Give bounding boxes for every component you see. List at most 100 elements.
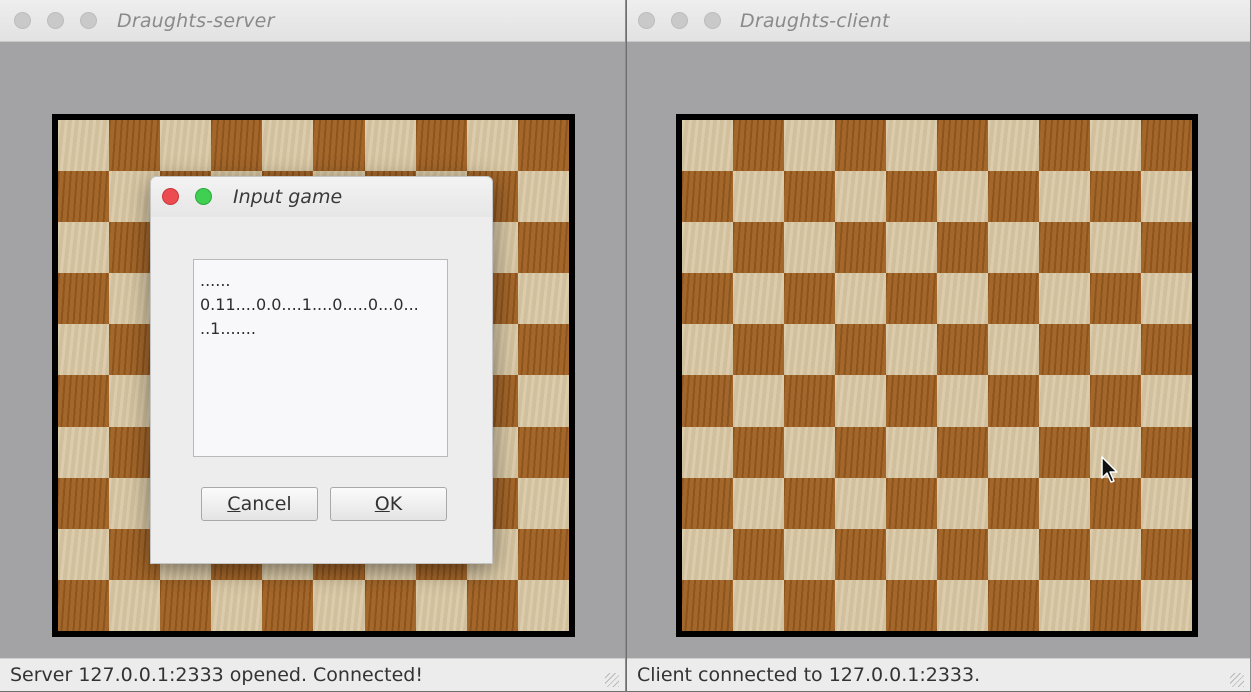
board-square-light[interactable]	[682, 426, 733, 478]
board-square-dark[interactable]	[988, 375, 1039, 427]
maximize-button[interactable]	[80, 12, 97, 29]
board-square-light[interactable]	[1090, 120, 1141, 172]
board-square-dark[interactable]	[58, 477, 110, 529]
board-square-dark[interactable]	[835, 426, 886, 478]
board-square-dark[interactable]	[784, 171, 835, 223]
board-square-light[interactable]	[835, 375, 886, 427]
board-square-light[interactable]	[364, 120, 416, 172]
board-square-light[interactable]	[733, 477, 784, 529]
board-square-dark[interactable]	[937, 324, 988, 376]
close-button[interactable]	[638, 12, 655, 29]
board-square-dark[interactable]	[835, 222, 886, 274]
board-square-light[interactable]	[466, 120, 518, 172]
board-square-dark[interactable]	[988, 273, 1039, 325]
board-square-light[interactable]	[1090, 222, 1141, 274]
board-square-dark[interactable]	[937, 222, 988, 274]
board-square-light[interactable]	[937, 375, 988, 427]
board-square-dark[interactable]	[466, 579, 518, 631]
board-square-light[interactable]	[1090, 324, 1141, 376]
board-square-light[interactable]	[1141, 579, 1192, 631]
board-square-dark[interactable]	[1141, 426, 1192, 478]
board-square-light[interactable]	[733, 171, 784, 223]
cancel-button[interactable]: Cancel	[201, 487, 318, 521]
maximize-button[interactable]	[704, 12, 721, 29]
board-square-dark[interactable]	[517, 528, 569, 580]
board-square-dark[interactable]	[58, 273, 110, 325]
board-square-light[interactable]	[988, 426, 1039, 478]
board-square-light[interactable]	[1141, 477, 1192, 529]
board-square-dark[interactable]	[886, 579, 937, 631]
board-square-light[interactable]	[682, 120, 733, 172]
board-square-dark[interactable]	[682, 375, 733, 427]
board-square-dark[interactable]	[262, 579, 314, 631]
board-square-light[interactable]	[109, 579, 161, 631]
board-square-dark[interactable]	[1141, 222, 1192, 274]
board-square-light[interactable]	[1039, 375, 1090, 427]
client-board[interactable]	[682, 120, 1192, 631]
board-square-light[interactable]	[1141, 273, 1192, 325]
board-square-dark[interactable]	[988, 171, 1039, 223]
board-square-light[interactable]	[784, 324, 835, 376]
board-square-dark[interactable]	[886, 273, 937, 325]
board-square-dark[interactable]	[58, 171, 110, 223]
dialog-maximize-button[interactable]	[195, 188, 212, 205]
board-square-dark[interactable]	[682, 273, 733, 325]
board-square-dark[interactable]	[1039, 120, 1090, 172]
board-square-dark[interactable]	[733, 120, 784, 172]
board-square-dark[interactable]	[835, 324, 886, 376]
board-square-light[interactable]	[211, 579, 263, 631]
board-square-dark[interactable]	[1141, 120, 1192, 172]
board-square-light[interactable]	[58, 426, 110, 478]
board-square-light[interactable]	[835, 171, 886, 223]
board-square-light[interactable]	[682, 222, 733, 274]
board-square-light[interactable]	[313, 579, 365, 631]
board-square-dark[interactable]	[937, 528, 988, 580]
board-square-dark[interactable]	[1141, 528, 1192, 580]
board-square-dark[interactable]	[517, 426, 569, 478]
board-square-light[interactable]	[682, 324, 733, 376]
board-square-light[interactable]	[784, 120, 835, 172]
board-square-light[interactable]	[733, 375, 784, 427]
board-square-light[interactable]	[1039, 171, 1090, 223]
board-square-light[interactable]	[784, 426, 835, 478]
client-titlebar[interactable]: Draughts-client	[627, 0, 1250, 42]
board-square-dark[interactable]	[517, 324, 569, 376]
board-square-dark[interactable]	[835, 120, 886, 172]
board-square-dark[interactable]	[784, 375, 835, 427]
board-square-light[interactable]	[835, 579, 886, 631]
board-square-light[interactable]	[1039, 273, 1090, 325]
board-square-dark[interactable]	[733, 222, 784, 274]
board-square-dark[interactable]	[784, 273, 835, 325]
board-square-light[interactable]	[262, 120, 314, 172]
board-square-light[interactable]	[517, 273, 569, 325]
board-square-dark[interactable]	[733, 528, 784, 580]
board-square-dark[interactable]	[364, 579, 416, 631]
board-square-dark[interactable]	[1090, 477, 1141, 529]
board-square-dark[interactable]	[733, 324, 784, 376]
board-square-dark[interactable]	[160, 579, 212, 631]
board-square-dark[interactable]	[1090, 171, 1141, 223]
board-square-dark[interactable]	[1039, 222, 1090, 274]
board-square-light[interactable]	[937, 579, 988, 631]
board-square-light[interactable]	[1090, 528, 1141, 580]
board-square-light[interactable]	[517, 171, 569, 223]
board-square-dark[interactable]	[1090, 579, 1141, 631]
board-square-dark[interactable]	[109, 120, 161, 172]
board-square-light[interactable]	[58, 120, 110, 172]
dialog-titlebar[interactable]: Input game	[151, 177, 492, 217]
resize-grip-icon[interactable]	[1230, 673, 1244, 687]
board-square-dark[interactable]	[517, 120, 569, 172]
board-square-dark[interactable]	[886, 477, 937, 529]
board-square-dark[interactable]	[733, 426, 784, 478]
board-square-light[interactable]	[886, 222, 937, 274]
board-square-light[interactable]	[58, 324, 110, 376]
board-square-dark[interactable]	[682, 477, 733, 529]
board-square-light[interactable]	[415, 579, 467, 631]
board-square-dark[interactable]	[682, 579, 733, 631]
board-square-dark[interactable]	[1039, 528, 1090, 580]
board-square-light[interactable]	[1039, 477, 1090, 529]
close-button[interactable]	[14, 12, 31, 29]
board-square-dark[interactable]	[58, 579, 110, 631]
board-square-light[interactable]	[517, 375, 569, 427]
board-square-light[interactable]	[784, 528, 835, 580]
